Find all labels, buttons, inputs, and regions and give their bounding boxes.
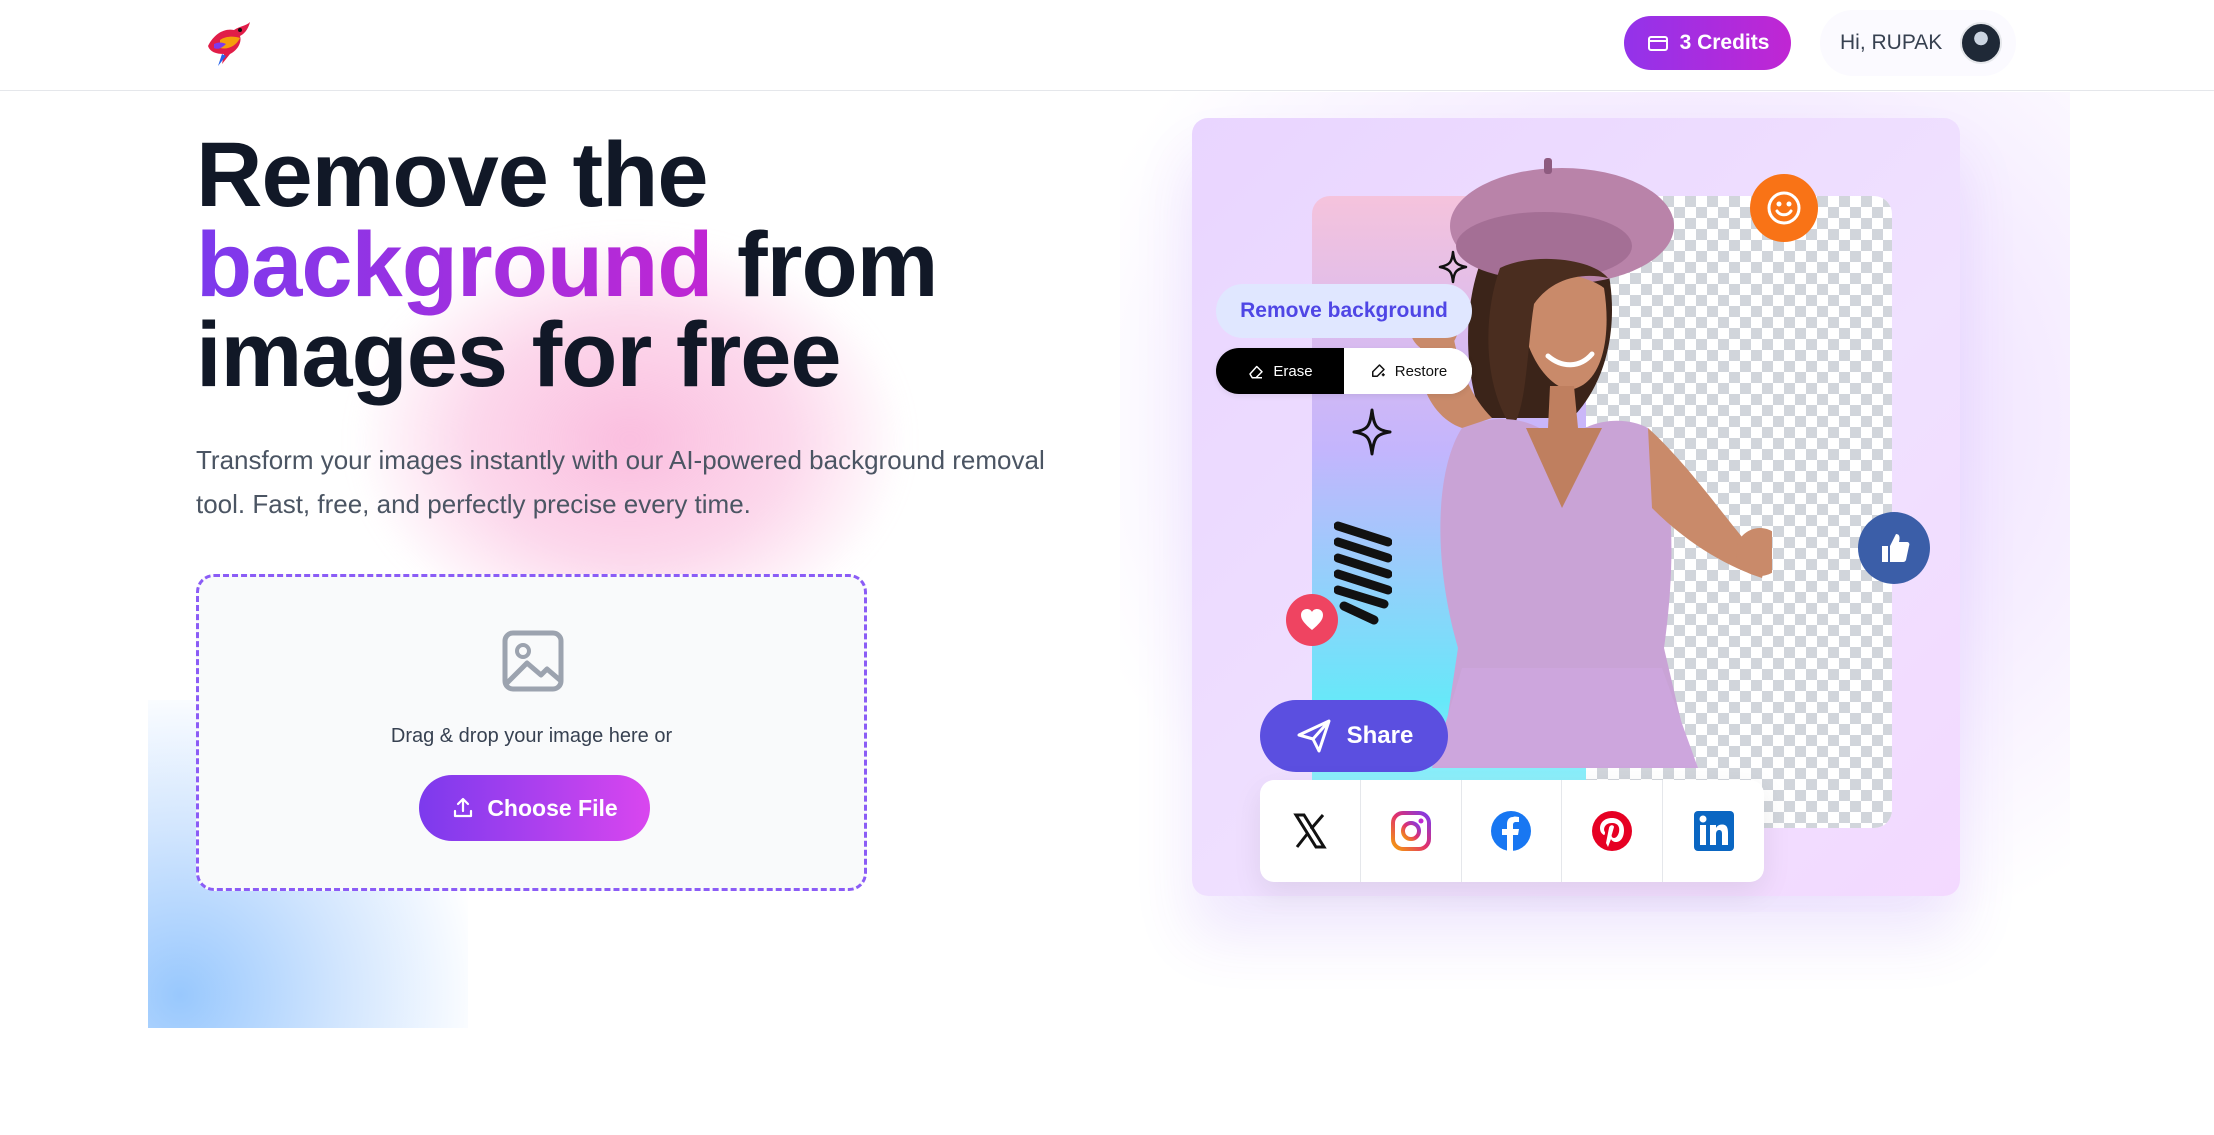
remove-background-button[interactable]: Remove background — [1216, 284, 1472, 338]
choose-file-button[interactable]: Choose File — [419, 775, 650, 841]
send-icon — [1297, 719, 1331, 753]
restore-label: Restore — [1394, 362, 1448, 380]
erase-restore-toggle: Erase Restore — [1216, 348, 1472, 394]
credit-card-icon — [1647, 36, 1668, 51]
linkedin-icon[interactable] — [1663, 780, 1764, 882]
hero-title-line3: images for free — [196, 304, 842, 406]
smiley-icon — [1750, 174, 1818, 242]
hero-subtitle: Transform your images instantly with our… — [196, 445, 1045, 519]
hero-title: Remove the background from images for fr… — [196, 129, 1096, 401]
sparkle-icon — [1438, 250, 1468, 284]
social-share-bar — [1260, 780, 1764, 882]
eraser-icon — [1249, 365, 1264, 379]
erase-button[interactable]: Erase — [1216, 348, 1344, 394]
credits-label: 3 Credits — [1679, 31, 1770, 54]
share-label: Share — [1346, 722, 1414, 749]
hero-title-highlight: background — [196, 214, 713, 316]
erase-label: Erase — [1273, 362, 1313, 380]
facebook-icon[interactable] — [1462, 780, 1563, 882]
showcase-card: Remove background Erase Restore Share — [1192, 118, 1960, 896]
scribble-decoration — [1334, 521, 1392, 625]
sparkle-large-icon — [1352, 408, 1392, 456]
x-icon[interactable] — [1260, 780, 1361, 882]
avatar[interactable] — [1960, 22, 2003, 64]
top-navbar: 3 Credits Hi, RUPAK — [0, 0, 2214, 91]
upload-icon — [454, 797, 473, 818]
share-button[interactable]: Share — [1260, 700, 1448, 772]
brush-icon — [1371, 364, 1385, 377]
dropzone-text: Drag & drop your image here or — [390, 725, 673, 747]
instagram-icon[interactable] — [1361, 780, 1462, 882]
credits-button[interactable]: 3 Credits — [1624, 16, 1791, 70]
restore-button[interactable]: Restore — [1344, 348, 1472, 394]
hero-title-line2-rest: from — [712, 214, 938, 316]
choose-file-label: Choose File — [487, 794, 618, 821]
upload-dropzone[interactable]: Drag & drop your image here or Choose Fi… — [196, 574, 867, 891]
thumbs-up-icon — [1858, 512, 1930, 584]
user-greeting: Hi, RUPAK — [1840, 31, 1943, 54]
user-menu[interactable]: Hi, RUPAK — [1820, 10, 2016, 76]
hero-title-line1: Remove the — [196, 124, 708, 226]
image-icon — [501, 629, 565, 693]
page: 3 Credits Hi, RUPAK Remove the backgroun… — [0, 0, 2214, 1135]
heart-icon — [1286, 594, 1338, 646]
logo-bird-icon[interactable] — [200, 16, 254, 70]
pinterest-icon[interactable] — [1562, 780, 1664, 882]
